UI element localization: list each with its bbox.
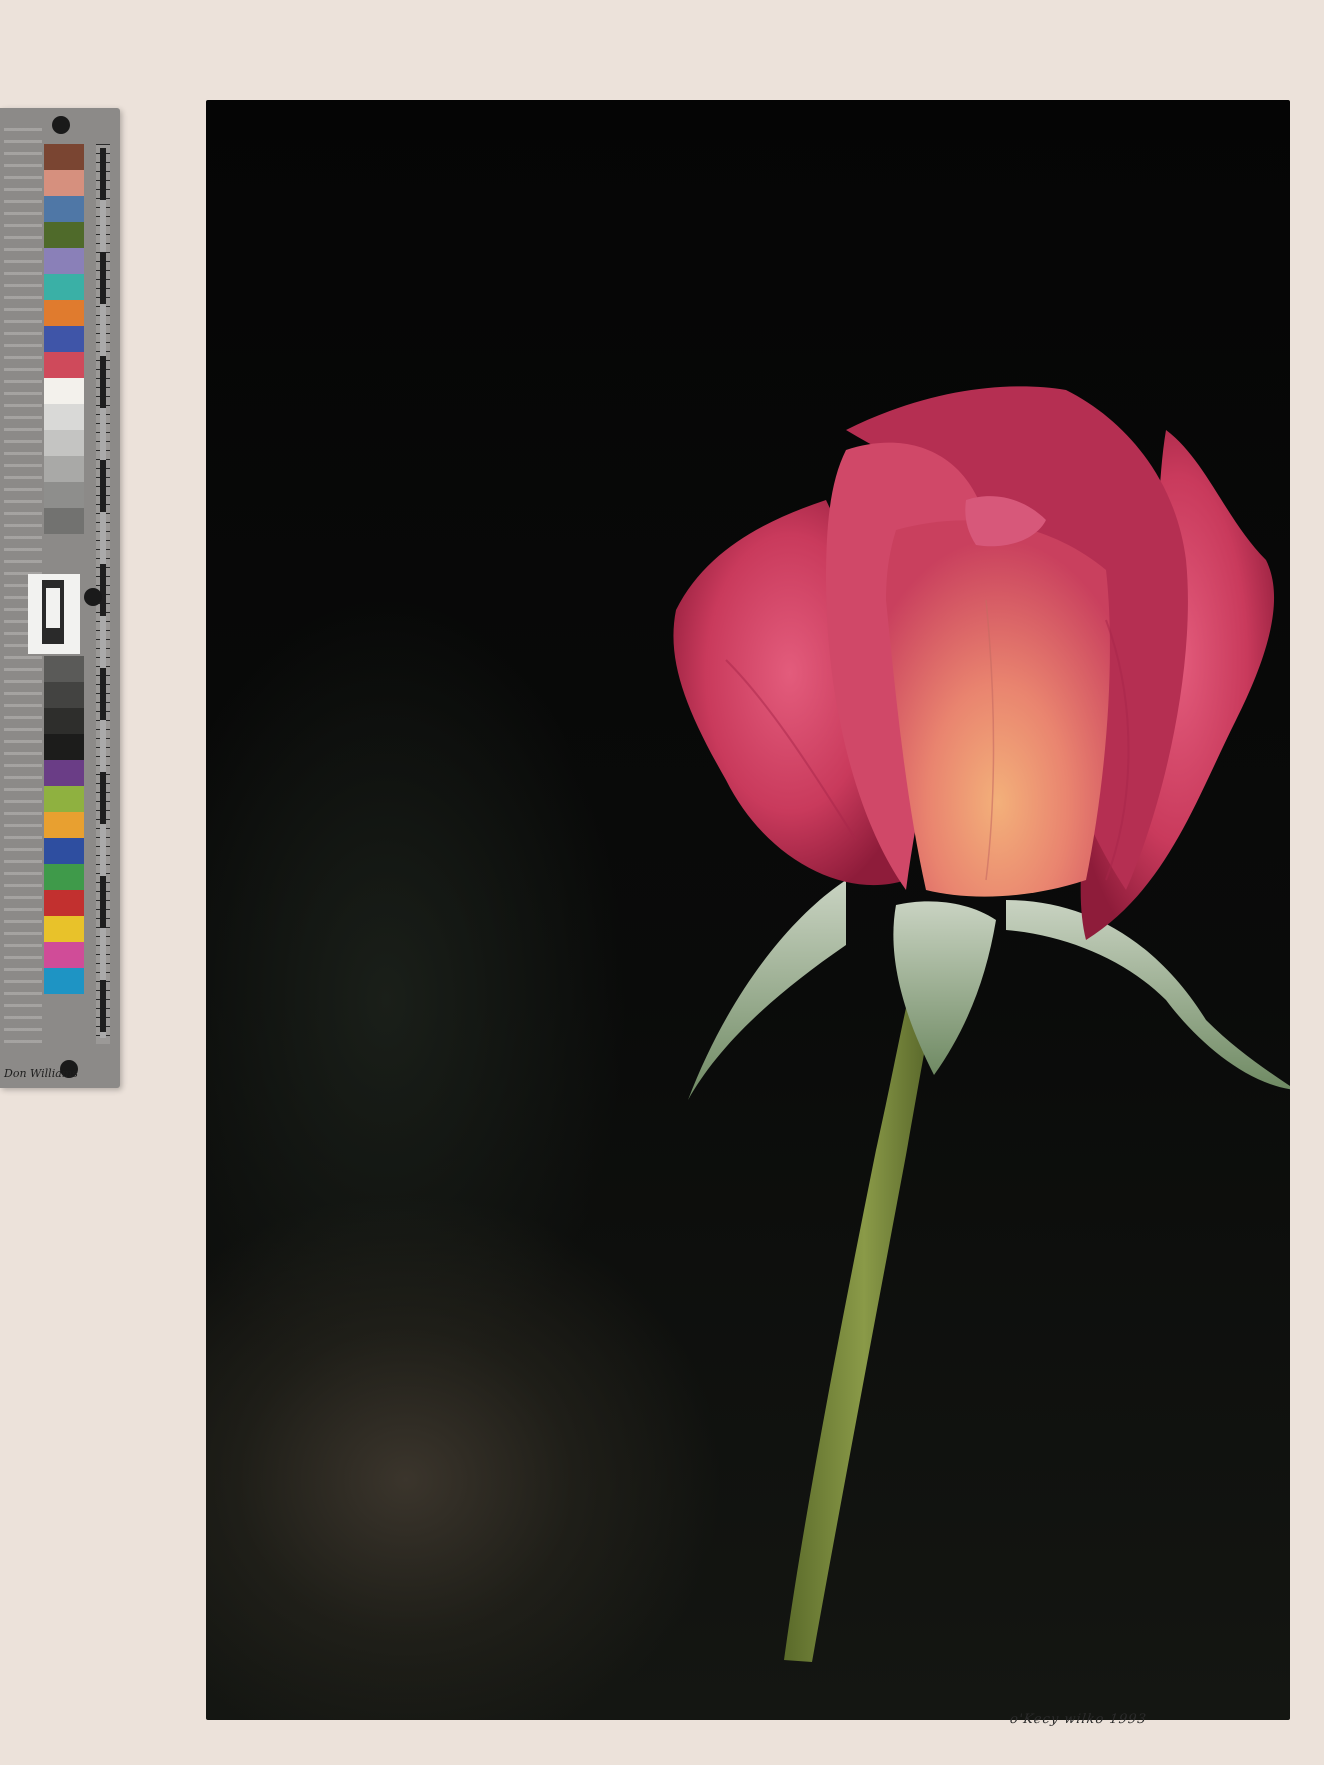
target-punch-hole bbox=[84, 588, 102, 606]
color-swatch bbox=[44, 942, 84, 968]
target-white-marker bbox=[28, 574, 80, 654]
color-swatch bbox=[44, 300, 84, 326]
color-swatch bbox=[44, 222, 84, 248]
color-swatch bbox=[44, 656, 84, 682]
color-swatch bbox=[44, 196, 84, 222]
color-swatch bbox=[44, 682, 84, 708]
color-swatch bbox=[44, 864, 84, 890]
color-swatch bbox=[44, 378, 84, 404]
target-punch-hole bbox=[52, 116, 70, 134]
rose-sepal-left bbox=[688, 880, 846, 1100]
color-swatch bbox=[44, 708, 84, 734]
color-swatch bbox=[44, 890, 84, 916]
target-marker-light bbox=[46, 588, 60, 628]
color-swatch bbox=[44, 812, 84, 838]
rose-photograph bbox=[206, 100, 1290, 1720]
color-swatch bbox=[44, 352, 84, 378]
color-calibration-target: Don Williams bbox=[0, 108, 120, 1088]
rose-stem bbox=[784, 960, 944, 1662]
color-swatch-column bbox=[44, 144, 84, 994]
rose-sepal-right bbox=[1006, 900, 1290, 1090]
color-swatch bbox=[44, 968, 84, 994]
page: Don Williams o'Kecy wilko 1993 bbox=[0, 0, 1324, 1765]
rose-petal-core bbox=[886, 520, 1110, 897]
color-swatch bbox=[44, 786, 84, 812]
color-swatch bbox=[44, 760, 84, 786]
color-swatch bbox=[44, 456, 84, 482]
color-swatch bbox=[44, 508, 84, 534]
color-swatch bbox=[44, 734, 84, 760]
target-brand-label: Don Williams bbox=[4, 1067, 78, 1080]
color-swatch bbox=[44, 248, 84, 274]
color-swatch bbox=[44, 838, 84, 864]
color-swatch bbox=[44, 916, 84, 942]
color-swatch bbox=[44, 144, 84, 170]
color-swatch bbox=[44, 404, 84, 430]
rose-illustration bbox=[673, 386, 1290, 1662]
photographer-signature: o'Kecy wilko 1993 bbox=[1008, 1712, 1148, 1727]
color-swatch bbox=[44, 430, 84, 456]
color-swatch bbox=[44, 482, 84, 508]
color-swatch bbox=[44, 274, 84, 300]
color-swatch bbox=[44, 326, 84, 352]
color-swatch bbox=[44, 170, 84, 196]
